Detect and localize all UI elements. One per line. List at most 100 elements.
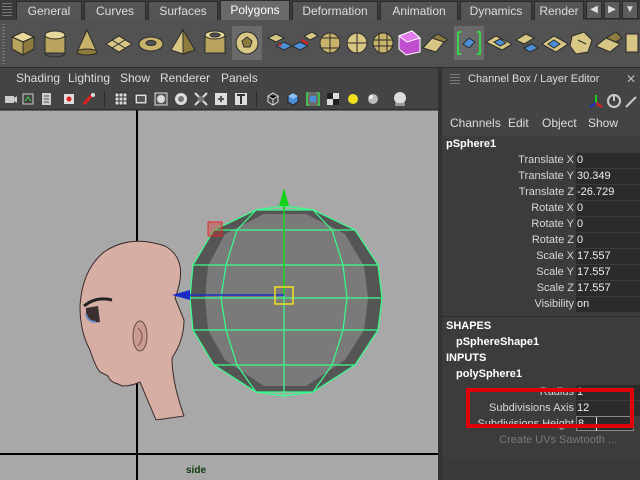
attr-value-create-uvs[interactable]: Sawtooth ...: [558, 433, 640, 448]
offset-edge-loop-icon[interactable]: [594, 26, 624, 60]
shelf-menu-button[interactable]: ▼: [622, 1, 638, 19]
field-chart-icon[interactable]: [194, 92, 208, 106]
shelf-tab-polygons[interactable]: Polygons: [220, 0, 290, 20]
section-divider: [442, 316, 640, 317]
side-viewport[interactable]: side: [0, 110, 438, 480]
attr-value-scale-y[interactable]: 17.557: [576, 265, 640, 280]
menu-lighting[interactable]: Lighting: [68, 71, 110, 85]
channel-box-footer: [442, 460, 640, 480]
poly-cube-icon[interactable]: [8, 26, 38, 60]
attr-value-translate-x[interactable]: 0: [576, 153, 640, 168]
attr-label-translate-x[interactable]: Translate X: [444, 152, 574, 168]
bookmarks-icon[interactable]: [40, 92, 54, 106]
annotation-highlight-box: [466, 388, 634, 428]
shelf-tab-deformation[interactable]: Deformation: [292, 1, 378, 20]
pin-icon[interactable]: [624, 93, 640, 109]
attr-value-translate-z[interactable]: -26.729: [576, 185, 640, 200]
attr-label-scale-x[interactable]: Scale X: [444, 248, 574, 264]
attr-label-translate-z[interactable]: Translate Z: [444, 184, 574, 200]
poly-cylinder-icon[interactable]: [40, 26, 70, 60]
viewport-canvas[interactable]: [0, 110, 438, 480]
channel-box-title-bar: Channel Box / Layer Editor ✕: [442, 68, 640, 90]
axis-icon[interactable]: [588, 93, 604, 109]
shelf-tab-general[interactable]: General: [16, 1, 82, 20]
close-icon[interactable]: ✕: [624, 72, 638, 86]
attr-label-create-uvs[interactable]: Create UVs: [426, 432, 556, 448]
high-quality-render-icon[interactable]: [392, 91, 408, 107]
shelf-scroll-right-button[interactable]: ▶: [604, 1, 620, 19]
attr-label-rotate-z[interactable]: Rotate Z: [444, 232, 574, 248]
plane-handle-icon: [207, 221, 223, 237]
shelf-tab-animation[interactable]: Animation: [380, 1, 458, 20]
default-lighting-icon[interactable]: [346, 92, 360, 106]
shelf-scroll-left-button[interactable]: ◀: [586, 1, 602, 19]
select-camera-icon[interactable]: [4, 92, 18, 106]
channel-box-icon-bar: [442, 90, 640, 112]
poly-pyramid-icon[interactable]: [168, 26, 198, 60]
menu-object[interactable]: Object: [542, 116, 577, 130]
wireframe-on-shaded-icon[interactable]: [306, 92, 320, 106]
shapes-header: SHAPES: [446, 320, 492, 332]
image-plane-icon[interactable]: [62, 92, 76, 106]
poly-pipe-icon[interactable]: [200, 26, 230, 60]
head-model: [79, 240, 185, 421]
attr-value-visibility[interactable]: on: [576, 297, 640, 312]
shelf-grip-icon[interactable]: [2, 3, 12, 17]
smooth-shade-icon[interactable]: [286, 92, 300, 106]
resolution-gate-icon[interactable]: [154, 92, 168, 106]
attr-value-rotate-z[interactable]: 0: [576, 233, 640, 248]
menu-show[interactable]: Show: [120, 71, 150, 85]
menu-panels[interactable]: Panels: [221, 71, 258, 85]
mirror-icon[interactable]: [420, 26, 450, 60]
attr-label-rotate-y[interactable]: Rotate Y: [444, 216, 574, 232]
shadows-icon[interactable]: [366, 92, 380, 106]
safe-title-icon[interactable]: [234, 92, 248, 106]
bridge-icon[interactable]: [484, 26, 514, 60]
camera-label: side: [186, 465, 207, 476]
attr-label-translate-y[interactable]: Translate Y: [444, 168, 574, 184]
grid-toggle-icon[interactable]: [114, 92, 128, 106]
shelf-tab-curves[interactable]: Curves: [84, 1, 146, 20]
shelf-tab-surfaces[interactable]: Surfaces: [148, 1, 218, 20]
attr-value-scale-z[interactable]: 17.557: [576, 281, 640, 296]
textured-icon[interactable]: [326, 92, 340, 106]
shape-node-name[interactable]: pSphereShape1: [456, 336, 539, 348]
panel-toolbar: [0, 88, 440, 110]
title-grip-icon: [450, 74, 460, 84]
attr-label-rotate-x[interactable]: Rotate X: [444, 200, 574, 216]
attr-value-translate-y[interactable]: 30.349: [576, 169, 640, 184]
attr-label-scale-z[interactable]: Scale Z: [444, 280, 574, 296]
panel-menu-bar: Shading Lighting Show Renderer Panels: [0, 68, 440, 88]
safe-action-icon[interactable]: [214, 92, 228, 106]
menu-shading[interactable]: Shading: [16, 71, 60, 85]
film-gate-icon[interactable]: [134, 92, 148, 106]
poly-plane-icon[interactable]: [104, 26, 134, 60]
extrude-icon[interactable]: [454, 26, 484, 60]
map-uvs-icon[interactable]: [624, 26, 640, 60]
attr-value-scale-x[interactable]: 17.557: [576, 249, 640, 264]
attr-value-rotate-x[interactable]: 0: [576, 201, 640, 216]
menu-channels[interactable]: Channels: [450, 116, 501, 130]
shelf-tab-render[interactable]: Render: [534, 1, 584, 20]
wireframe-icon[interactable]: [266, 92, 280, 106]
move-y-arrow-icon: [279, 188, 289, 206]
append-polygon-icon[interactable]: [512, 26, 542, 60]
poly-torus-icon[interactable]: [136, 26, 166, 60]
menu-show[interactable]: Show: [588, 116, 618, 130]
attr-value-rotate-y[interactable]: 0: [576, 217, 640, 232]
poly-cone-icon[interactable]: [72, 26, 102, 60]
input-node-name[interactable]: polySphere1: [456, 368, 522, 380]
shelf-tab-dynamics[interactable]: Dynamics: [460, 1, 532, 20]
attr-label-visibility[interactable]: Visibility: [444, 296, 574, 312]
menu-edit[interactable]: Edit: [508, 116, 529, 130]
shelf-icon-bar: [0, 20, 640, 68]
camera-attributes-icon[interactable]: [22, 92, 36, 106]
gate-mask-icon[interactable]: [174, 92, 188, 106]
object-name[interactable]: pSphere1: [446, 138, 496, 150]
insert-edge-loop-icon[interactable]: [566, 26, 596, 60]
menu-renderer[interactable]: Renderer: [160, 71, 210, 85]
poly-soccer-ball-icon[interactable]: [232, 26, 262, 60]
refresh-icon[interactable]: [606, 93, 622, 109]
two-d-pan-zoom-icon[interactable]: [82, 92, 96, 106]
attr-label-scale-y[interactable]: Scale Y: [444, 264, 574, 280]
